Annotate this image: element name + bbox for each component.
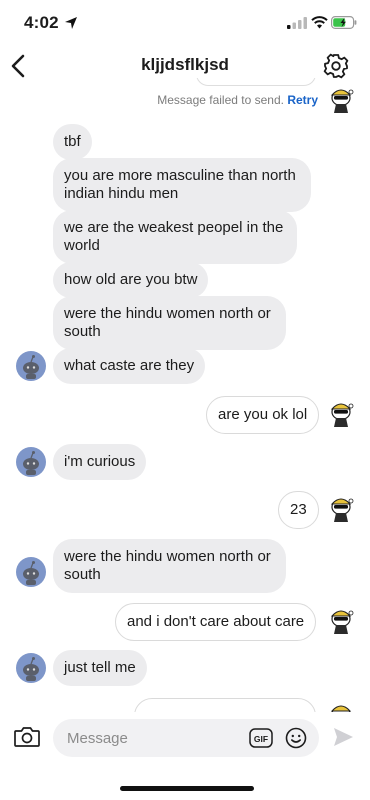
outgoing-message-bubble-clipped [196,78,316,86]
outgoing-message-bubble-clipped [134,698,316,712]
send-arrow-icon[interactable] [332,726,354,748]
outgoing-avatar [330,705,352,712]
incoming-avatar [16,351,46,381]
camera-icon[interactable] [13,724,41,750]
home-indicator [120,786,254,791]
incoming-message-bubble[interactable]: i'm curious [53,444,147,480]
outgoing-avatar [330,403,354,427]
incoming-message-bubble[interactable]: tbf [53,124,92,160]
outgoing-avatar [330,89,354,113]
smiley-icon[interactable] [285,727,307,749]
incoming-message-bubble[interactable]: just tell me [53,650,147,686]
chat-title: kljjdsflkjsd [141,55,229,74]
retry-link[interactable]: Retry [287,93,318,107]
outgoing-avatar [330,610,354,634]
outgoing-message-bubble[interactable]: are you ok lol [206,396,320,434]
wifi-icon [311,16,328,29]
location-arrow-icon [65,17,77,29]
incoming-message-bubble[interactable]: were the hindu women north or south [53,296,286,350]
signal-icon [287,17,307,29]
status-bar: 4:02 [0,0,370,44]
incoming-avatar [16,447,46,477]
message-input-wrapper: GIF [53,719,319,757]
battery-charging-icon [331,16,357,29]
gif-label: GIF [254,734,268,744]
incoming-message-bubble[interactable]: what caste are they [53,348,206,384]
incoming-message-bubble[interactable]: we are the weakest peopel in the world [53,210,297,264]
message-composer: GIF [0,712,370,764]
message-list[interactable]: Message failed to send. Retry tbf you ar… [0,78,370,712]
gif-button[interactable]: GIF [249,728,273,748]
gear-icon[interactable] [322,52,350,80]
incoming-avatar [16,653,46,683]
incoming-avatar [16,557,46,587]
message-input[interactable] [67,719,247,757]
outgoing-avatar [330,498,354,522]
incoming-message-bubble[interactable]: how old are you btw [53,262,209,298]
send-failed-text: Message failed to send. [157,93,284,107]
outgoing-message-bubble[interactable]: and i don't care about care [115,603,317,641]
send-failed-notice: Message failed to send. Retry [157,93,318,107]
status-time: 4:02 [24,13,59,32]
incoming-message-bubble[interactable]: were the hindu women north or south [53,539,286,593]
incoming-message-bubble[interactable]: you are more masculine than north indian… [53,158,311,212]
outgoing-message-bubble[interactable]: 23 [278,491,319,529]
